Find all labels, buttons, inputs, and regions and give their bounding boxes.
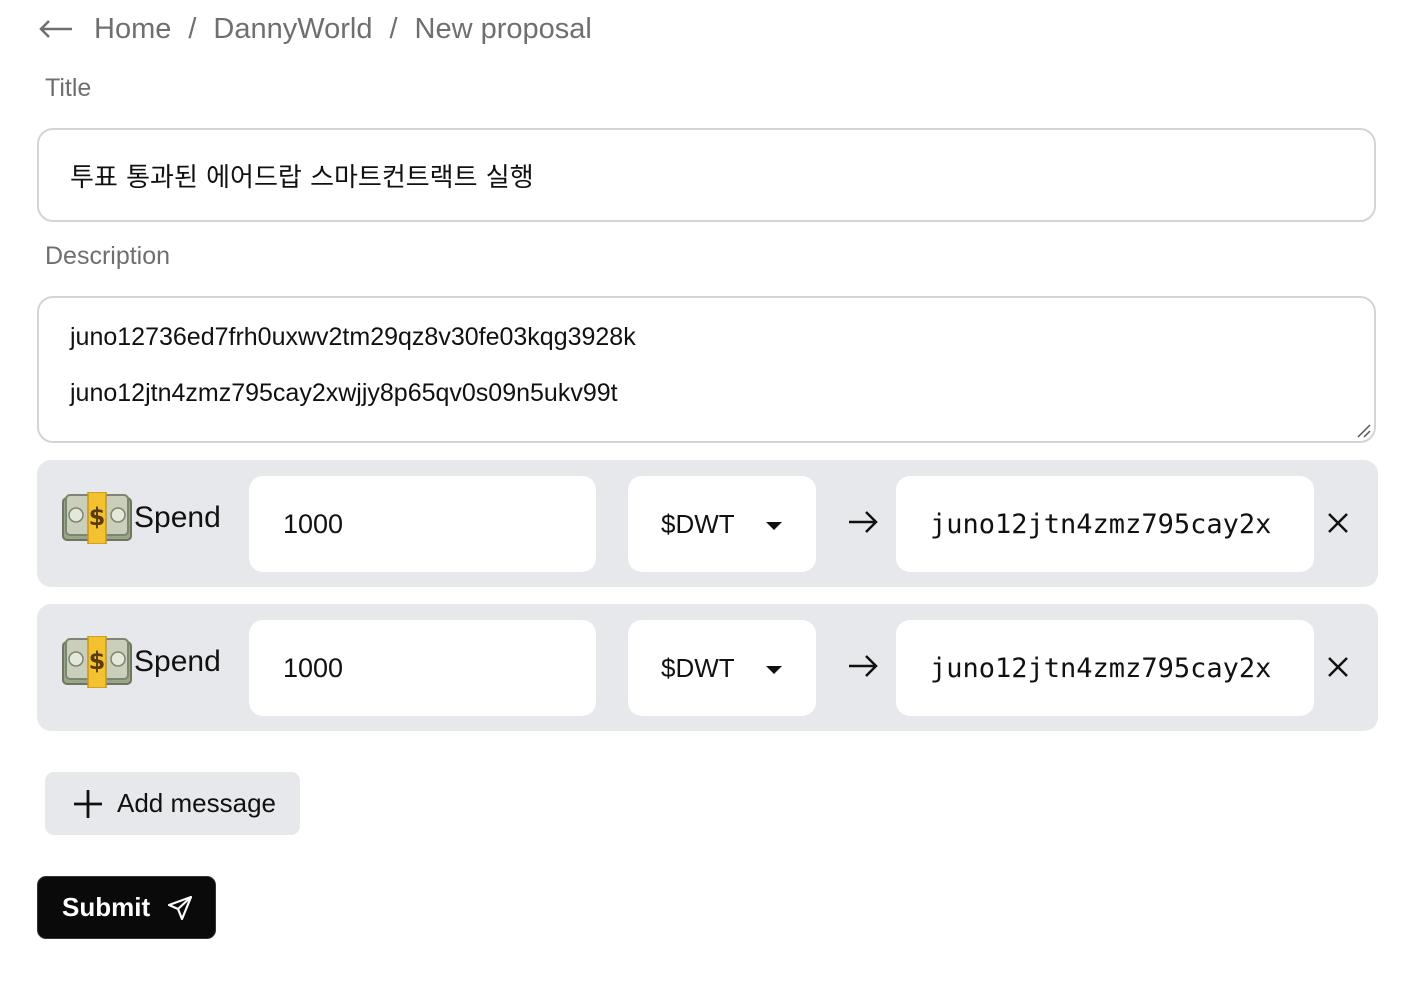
description-line: juno12jtn4zmz795cay2xwjjy8p65qv0s09n5ukv… (70, 379, 618, 407)
arrow-right-icon (849, 655, 878, 677)
submit-button[interactable]: Submit (37, 876, 216, 939)
dollar-banknote-icon: $ (62, 492, 132, 544)
title-input[interactable] (37, 128, 1376, 222)
recipient-address-input[interactable]: juno12jtn4zmz795cay2x (896, 476, 1314, 572)
spend-label: Spend (134, 501, 221, 534)
spend-message-row: $ Spend 1000 $DWT juno12jtn4zmz795cay2x (37, 460, 1378, 587)
description-line: juno12736ed7frh0uxwv2tm29qz8v30fe03kqg39… (70, 323, 636, 351)
add-message-button[interactable]: Add message (45, 772, 300, 835)
token-value: $DWT (661, 652, 735, 683)
description-textarea[interactable]: juno12736ed7frh0uxwv2tm29qz8v30fe03kqg39… (37, 296, 1376, 443)
submit-label: Submit (62, 892, 151, 922)
token-value: $DWT (661, 508, 735, 539)
svg-text:$: $ (89, 503, 106, 531)
recipient-address-input[interactable]: juno12jtn4zmz795cay2x (896, 620, 1314, 716)
plus-icon (74, 789, 102, 818)
caret-down-icon (766, 522, 782, 530)
breadcrumb-separator: / (188, 12, 197, 45)
breadcrumb-home[interactable]: Home (94, 13, 171, 46)
token-select[interactable]: $DWT (628, 476, 816, 572)
breadcrumb-dao[interactable]: DannyWorld (213, 13, 372, 46)
arrow-right-icon (849, 511, 878, 533)
spend-type: $ Spend (62, 488, 221, 548)
send-icon (168, 895, 193, 920)
token-select[interactable]: $DWT (628, 620, 816, 716)
amount-input[interactable]: 1000 (249, 476, 596, 572)
dollar-banknote-icon: $ (62, 636, 132, 688)
breadcrumb-current: New proposal (414, 12, 592, 45)
arrow-left-icon[interactable] (38, 16, 76, 42)
add-message-label: Add message (117, 788, 276, 818)
spend-message-row: $ Spend 1000 $DWT juno12jtn4zmz795cay2x (37, 604, 1378, 731)
spend-type: $ Spend (62, 632, 221, 692)
close-icon[interactable] (1325, 654, 1351, 680)
close-icon[interactable] (1325, 510, 1351, 536)
resize-handle-icon[interactable] (1355, 422, 1371, 438)
svg-text:$: $ (89, 647, 106, 675)
breadcrumb: Home / DannyWorld / New proposal (38, 8, 592, 50)
amount-input[interactable]: 1000 (249, 620, 596, 716)
caret-down-icon (766, 666, 782, 674)
title-label: Title (45, 74, 92, 102)
breadcrumb-separator: / (389, 12, 398, 45)
description-label: Description (45, 242, 171, 270)
spend-label: Spend (134, 645, 221, 678)
